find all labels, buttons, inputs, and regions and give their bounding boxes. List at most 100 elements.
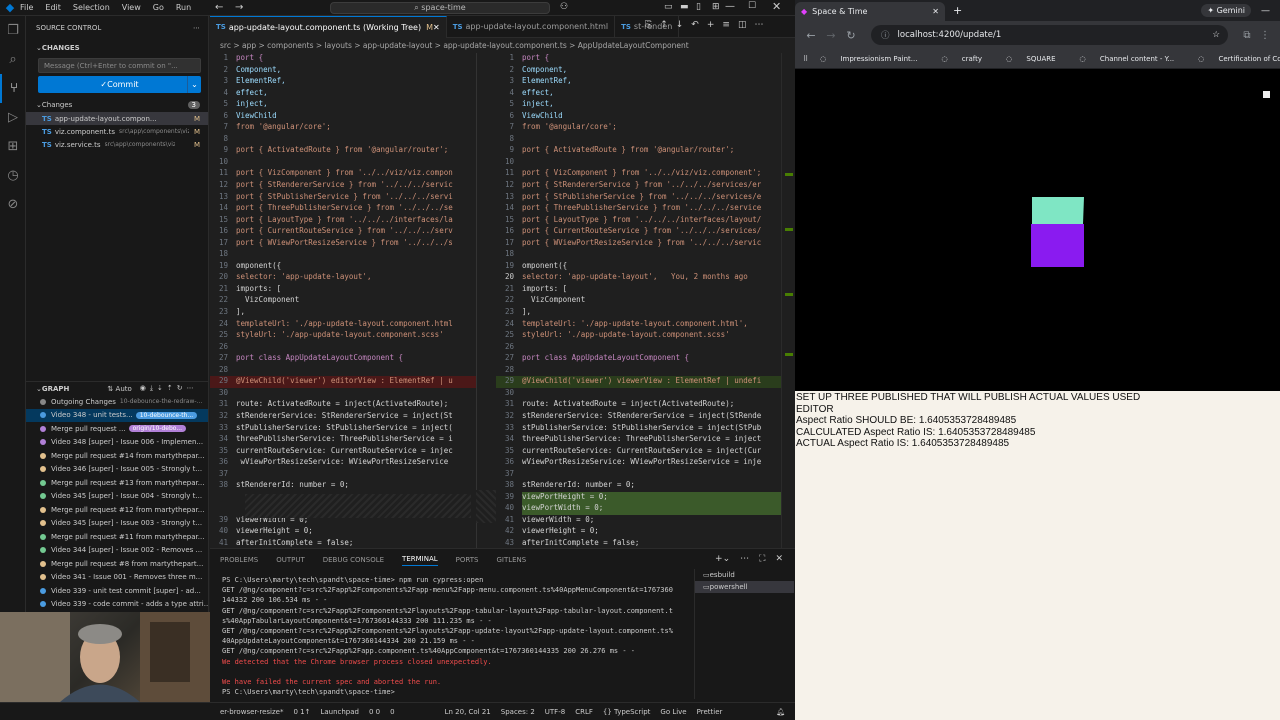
terminal-instance[interactable]: ▭ powershell xyxy=(695,581,794,593)
graph-header[interactable]: ⌄ GRAPH ⇅ Auto ◉⤓⇣⇡↻⋯ xyxy=(26,382,208,395)
run-debug-icon[interactable]: ▷ xyxy=(0,103,26,132)
commit-item[interactable]: Video 345 [super] - Issue 003 - Strongly… xyxy=(26,517,208,531)
commit-item[interactable]: Merge pull request #12 from martythepar.… xyxy=(26,503,208,517)
split-editor-icon[interactable]: ◫ xyxy=(738,20,747,30)
status-item[interactable]: er-browser-resize* xyxy=(220,708,283,716)
source-control-icon[interactable]: ⑂ xyxy=(0,74,26,103)
close-panel-icon[interactable]: ✕ xyxy=(775,554,783,564)
terminal-output[interactable]: PS C:\Users\marty\tech\spandt\space-time… xyxy=(222,575,692,697)
commit-dropdown-icon[interactable]: ⌄ xyxy=(187,76,201,93)
forward-icon[interactable]: → xyxy=(821,29,841,42)
panel-toggle-icon[interactable]: ▬ xyxy=(680,2,689,12)
status-item[interactable]: {} TypeScript xyxy=(603,708,651,716)
status-item[interactable]: Prettier xyxy=(697,708,723,716)
customize-layout-icon[interactable]: ⊞ xyxy=(712,2,720,12)
bookmark-item[interactable]: ◌ Channel content - Y... xyxy=(1080,55,1187,63)
panel-tab-gitlens[interactable]: GITLENS xyxy=(496,556,526,564)
browser-tab[interactable]: ◆ Space & Time ✕ xyxy=(795,2,945,21)
minimize-icon[interactable]: — xyxy=(1261,6,1270,16)
menu-go[interactable]: Go xyxy=(153,3,164,12)
back-arrow-icon[interactable]: ← xyxy=(215,2,223,13)
minimap-scrollbar[interactable] xyxy=(781,53,795,548)
profile-icon[interactable]: ⋮ xyxy=(1256,30,1274,41)
bookmark-item[interactable]: ◌ SQUARE xyxy=(1006,55,1068,63)
commit-item[interactable]: Merge pull request #11 from martythepar.… xyxy=(26,530,208,544)
status-item[interactable]: Go Live xyxy=(660,708,686,716)
commit-item[interactable]: Video 346 [super] - Issue 005 - Strongly… xyxy=(26,463,208,477)
menu-edit[interactable]: Edit xyxy=(45,3,61,12)
panel-tab-terminal[interactable]: TERMINAL xyxy=(402,555,438,566)
commit-item[interactable]: Video 348 - unit tests... 10-debounce-th.… xyxy=(26,408,208,422)
branch-badge[interactable]: 10-debounce-th... xyxy=(135,411,198,419)
extensions-icon[interactable]: ⊞ xyxy=(0,132,26,161)
forward-arrow-icon[interactable]: → xyxy=(235,2,243,13)
back-icon[interactable]: ← xyxy=(801,29,821,42)
more-actions-icon[interactable]: ⋯ xyxy=(740,554,749,564)
status-item[interactable]: Launchpad xyxy=(320,708,359,716)
commit-item[interactable]: Merge pull request #14 from martythepar.… xyxy=(26,449,208,463)
bookmark-item[interactable]: ◌ Certification of Com... xyxy=(1198,55,1280,63)
graph-actions[interactable]: ◉⤓⇣⇡↻⋯ xyxy=(140,384,198,393)
maximize-panel-icon[interactable]: ⛶ xyxy=(759,554,765,564)
commit-item[interactable]: Video 344 [super] - Issue 002 - Removes … xyxy=(26,544,208,558)
status-item[interactable]: CRLF xyxy=(575,708,593,716)
commit-item[interactable]: Video 339 - code commit - adds a type at… xyxy=(26,598,208,612)
command-center-search[interactable]: ⌕ space-time xyxy=(330,2,550,14)
toggle-inline-icon[interactable]: ≡ xyxy=(722,20,730,30)
panel-tab-output[interactable]: OUTPUT xyxy=(276,556,305,564)
commit-item[interactable]: Video 339 - unit test commit [super] - a… xyxy=(26,584,208,598)
auto-toggle[interactable]: ⇅ Auto xyxy=(107,385,131,393)
maximize-icon[interactable]: ☐ xyxy=(748,1,756,11)
close-tab-icon[interactable]: ✕ xyxy=(932,7,939,16)
sidebar-toggle-icon[interactable]: ▯ xyxy=(696,2,701,12)
layout-toggle-icon[interactable]: ▭ xyxy=(664,2,673,12)
commit-item[interactable]: Outgoing Changes 10-debounce-the-redraw-.… xyxy=(26,395,208,409)
open-file-icon[interactable]: ⎘ xyxy=(645,20,652,30)
changed-file[interactable]: TS app-update-layout.compon... M xyxy=(26,112,208,125)
status-item[interactable]: 0 0 xyxy=(369,708,380,716)
commit-item[interactable]: Merge pull request #8 from martythepart.… xyxy=(26,557,208,571)
panel-tab-problems[interactable]: PROBLEMS xyxy=(220,556,258,564)
commit-item[interactable]: Merge pull request ... origin/10-debo... xyxy=(26,422,208,436)
bell-icon[interactable]: 🔔︎ xyxy=(776,708,785,716)
status-item[interactable]: Ln 20, Col 21 xyxy=(445,708,491,716)
menu-view[interactable]: View xyxy=(122,3,141,12)
menu-run[interactable]: Run xyxy=(176,3,191,12)
changed-file[interactable]: TS viz.component.ts src\app\components\viz… xyxy=(26,125,208,138)
stage-icon[interactable]: + xyxy=(707,20,715,30)
commit-item[interactable]: Video 348 [super] - Issue 006 - Implemen… xyxy=(26,436,208,450)
diff-right-pane[interactable]: 1 port {2 Component, 3 ElementRef, 4 effect, 5 i… xyxy=(496,53,781,548)
changed-file[interactable]: TS viz.service.ts src\app\components\viz M xyxy=(26,138,208,151)
arrow-up-icon[interactable]: ↑ xyxy=(660,20,668,30)
bookmark-star-icon[interactable]: ☆ xyxy=(1212,30,1220,40)
status-item[interactable]: UTF-8 xyxy=(545,708,565,716)
copilot-icon[interactable]: ⚇ xyxy=(560,2,568,12)
timeline-icon[interactable]: ◷ xyxy=(0,161,26,190)
new-terminal-icon[interactable]: +⌄ xyxy=(715,554,730,564)
commit-item[interactable]: Video 341 - Issue 001 - Removes three m.… xyxy=(26,571,208,585)
close-tab-icon[interactable]: ✕ xyxy=(433,23,440,32)
gemini-button[interactable]: ✦ Gemini xyxy=(1201,4,1251,17)
editor-tab[interactable]: TS app-update-layout.component.ts (Workin… xyxy=(210,15,447,38)
status-item[interactable]: 0 xyxy=(390,708,394,716)
changes-header[interactable]: ⌄ CHANGES xyxy=(26,40,208,55)
gitlens-icon[interactable]: ⊘ xyxy=(0,190,26,219)
three-viewer-canvas[interactable] xyxy=(795,69,1280,391)
branch-badge[interactable]: origin/10-debo... xyxy=(128,425,187,433)
more-actions-icon[interactable]: ⋯ xyxy=(193,24,200,32)
more-actions-icon[interactable]: ⋯ xyxy=(754,20,763,30)
minimize-icon[interactable]: — xyxy=(725,1,735,12)
diff-left-pane[interactable]: 1 port {2 Component, 3 ElementRef, 4 effect, 5 i… xyxy=(210,53,476,548)
new-tab-icon[interactable]: + xyxy=(953,4,962,17)
apps-icon[interactable]: ⠿ xyxy=(803,55,808,63)
menu-file[interactable]: File xyxy=(20,3,33,12)
menu-selection[interactable]: Selection xyxy=(73,3,110,12)
editor-tab[interactable]: TS app-update-layout.component.html xyxy=(447,15,616,38)
status-item[interactable]: Spaces: 2 xyxy=(501,708,535,716)
commit-message-input[interactable]: Message (Ctrl+Enter to commit on "... xyxy=(38,58,201,73)
panel-tab-ports[interactable]: PORTS xyxy=(456,556,479,564)
breadcrumb[interactable]: src > app > components > layouts > app-u… xyxy=(210,38,795,53)
search-icon[interactable]: ⌕ xyxy=(0,45,26,74)
address-bar[interactable]: ⓘ localhost:4200/update/1 ☆ xyxy=(871,25,1228,45)
commit-item[interactable]: Merge pull request #13 from martythepar.… xyxy=(26,476,208,490)
